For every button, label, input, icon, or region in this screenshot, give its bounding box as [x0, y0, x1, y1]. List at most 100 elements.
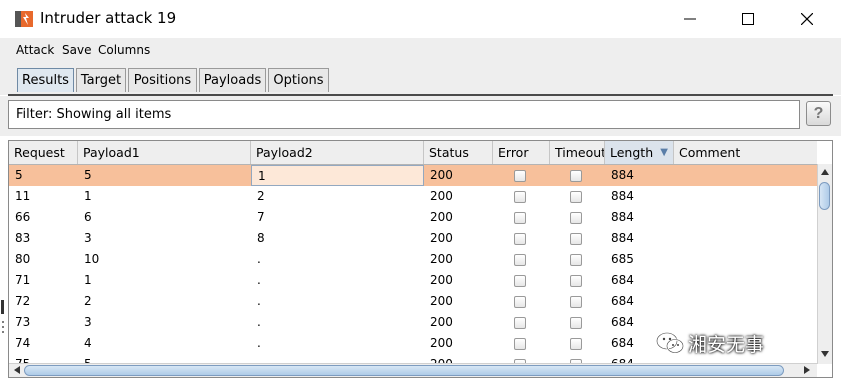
- cell-request: 74: [15, 336, 31, 350]
- col-header-status[interactable]: Status: [424, 141, 493, 164]
- cell-comment: [674, 354, 817, 363]
- menu-attack[interactable]: Attack: [16, 43, 54, 57]
- vertical-scrollbar[interactable]: [817, 164, 832, 364]
- table-row[interactable]: 66 6 7 200 884: [9, 207, 817, 228]
- maximize-button[interactable]: [726, 6, 770, 32]
- horizontal-scrollbar[interactable]: [9, 363, 817, 377]
- maximize-icon: [742, 13, 754, 25]
- resize-grip-icon: [1, 300, 4, 333]
- cell-payload1: 6: [84, 210, 92, 224]
- table-row[interactable]: 74 4. 200 684: [9, 333, 817, 354]
- table-row[interactable]: 80 10. 200 685: [9, 249, 817, 270]
- timeout-checkbox: [570, 170, 582, 182]
- menu-bar: Attack Save Columns: [0, 38, 841, 62]
- cell-payload2: .: [257, 252, 261, 266]
- cell-status: 200: [430, 231, 453, 245]
- cell-status: 200: [430, 315, 453, 329]
- cell-request: 66: [15, 210, 31, 224]
- col-header-error[interactable]: Error: [493, 141, 550, 164]
- table-row[interactable]: 73 3. 200 684: [9, 312, 817, 333]
- cell-payload1: 1: [84, 273, 92, 287]
- menu-save[interactable]: Save: [62, 43, 91, 57]
- error-checkbox: [514, 191, 526, 203]
- cell-request: 73: [15, 315, 31, 329]
- close-button[interactable]: [785, 6, 829, 32]
- cell-status: 200: [430, 273, 453, 287]
- error-checkbox: [514, 338, 526, 350]
- horizontal-scroll-thumb[interactable]: [24, 365, 784, 376]
- cell-payload1: 4: [84, 336, 92, 350]
- minimize-button[interactable]: [668, 6, 712, 32]
- cell-length: 684: [605, 354, 674, 363]
- filter-field[interactable]: Filter: Showing all items: [8, 100, 800, 129]
- cell-length: 684: [611, 315, 634, 329]
- cell-comment: [674, 228, 817, 249]
- tab-results[interactable]: Results: [17, 68, 74, 92]
- cell-comment: [674, 270, 817, 291]
- col-header-timeout[interactable]: Timeout: [550, 141, 605, 164]
- results-table: Request Payload1 Payload2 Status Error T…: [8, 140, 833, 378]
- tab-payloads[interactable]: Payloads: [199, 68, 266, 92]
- cell-payload2: 7: [257, 210, 265, 224]
- cell-payload2: .: [257, 273, 261, 287]
- col-header-payload1[interactable]: Payload1: [78, 141, 251, 164]
- cell-comment: [674, 312, 817, 333]
- cell-length: 685: [611, 252, 634, 266]
- cell-payload2: [251, 354, 424, 363]
- cell-comment: [674, 207, 817, 228]
- error-checkbox: [514, 296, 526, 308]
- table-row[interactable]: 5 5 1 200 884: [9, 165, 817, 186]
- cell-length: 884: [611, 231, 634, 245]
- scroll-left-icon[interactable]: [11, 364, 23, 376]
- sort-descending-icon: ▼: [660, 147, 668, 158]
- cell-length: 684: [611, 294, 634, 308]
- timeout-checkbox: [570, 338, 582, 350]
- tab-positions[interactable]: Positions: [128, 68, 197, 92]
- table-header: Request Payload1 Payload2 Status Error T…: [9, 141, 817, 165]
- cell-status: 200: [424, 354, 493, 363]
- table-row[interactable]: 72 2. 200 684: [9, 291, 817, 312]
- col-header-payload2[interactable]: Payload2: [251, 141, 424, 164]
- minimize-icon: [684, 18, 696, 20]
- cell-payload2: .: [257, 315, 261, 329]
- cell-payload1: 5: [84, 168, 92, 182]
- cell-payload1: 1: [84, 189, 92, 203]
- error-checkbox: [514, 317, 526, 329]
- cell-request: 72: [15, 294, 31, 308]
- tab-options[interactable]: Options: [268, 68, 329, 92]
- table-body: 5 5 1 200 884 11 1 2 200 884 66 6 7 200 884 83 3 8 200 884 8…: [9, 165, 817, 363]
- cell-payload1: 3: [84, 315, 92, 329]
- cell-status: 200: [430, 210, 453, 224]
- cell-request: 80: [15, 252, 31, 266]
- cell-comment: [674, 186, 817, 207]
- cell-status: 200: [430, 189, 453, 203]
- timeout-checkbox: [570, 212, 582, 224]
- title-bar: Intruder attack 19: [0, 0, 841, 38]
- timeout-checkbox: [570, 191, 582, 203]
- cell-payload2: .: [257, 336, 261, 350]
- table-row[interactable]: 71 1. 200 684: [9, 270, 817, 291]
- cell-request: 75: [9, 354, 78, 363]
- vertical-scroll-thumb[interactable]: [819, 182, 830, 210]
- col-header-comment[interactable]: Comment: [674, 141, 817, 164]
- timeout-checkbox: [570, 296, 582, 308]
- cell-comment: [674, 249, 817, 270]
- scroll-right-icon[interactable]: [801, 364, 813, 376]
- table-row[interactable]: 83 3 8 200 884: [9, 228, 817, 249]
- cell-payload2: 1: [251, 165, 424, 186]
- table-row[interactable]: 11 1 2 200 884: [9, 186, 817, 207]
- scroll-down-icon[interactable]: [818, 348, 832, 360]
- cell-payload1: 10: [84, 252, 100, 266]
- error-checkbox: [514, 233, 526, 245]
- timeout-checkbox: [570, 275, 582, 287]
- menu-columns[interactable]: Columns: [98, 43, 150, 57]
- cell-request: 71: [15, 273, 31, 287]
- cell-payload1: 2: [84, 294, 92, 308]
- table-row[interactable]: 755 200 684: [9, 354, 817, 363]
- scroll-up-icon[interactable]: [818, 166, 832, 178]
- col-header-length[interactable]: Length ▼: [605, 141, 674, 164]
- filter-bar: Filter: Showing all items ?: [0, 96, 841, 136]
- help-button[interactable]: ?: [806, 101, 831, 126]
- tab-target[interactable]: Target: [76, 68, 126, 92]
- col-header-request[interactable]: Request: [9, 141, 78, 164]
